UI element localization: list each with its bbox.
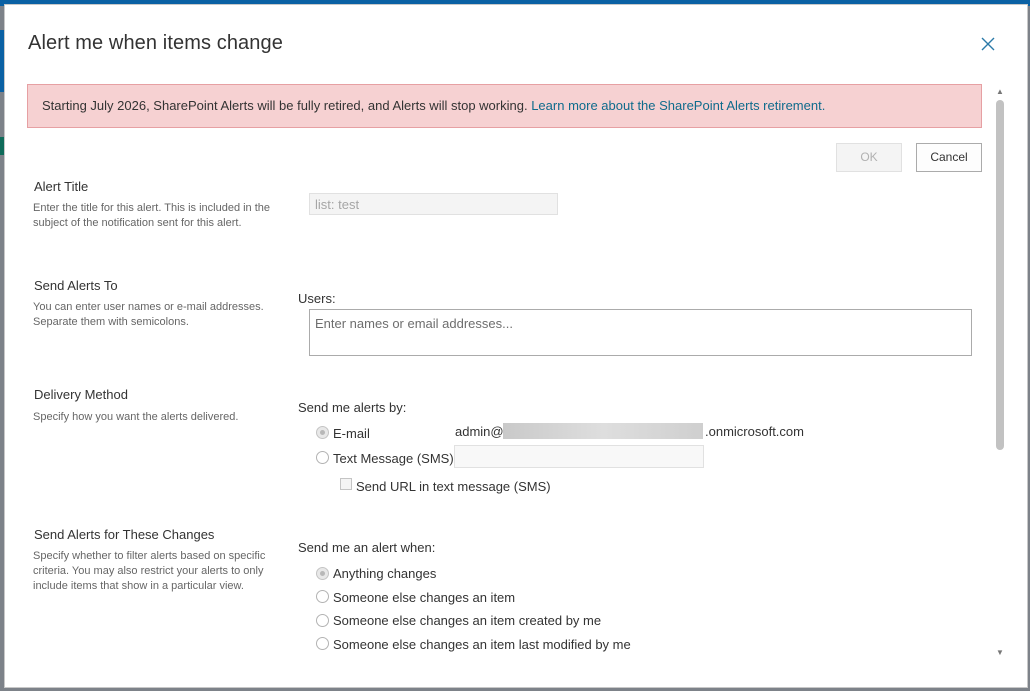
- alert-dialog: Alert me when items change Starting July…: [4, 4, 1028, 688]
- else-changes-created-radio[interactable]: [316, 614, 329, 627]
- else-changes-item-label: Someone else changes an item: [333, 590, 516, 605]
- anything-changes-radio[interactable]: [316, 567, 329, 580]
- email-prefix: admin@: [455, 424, 504, 439]
- changes-heading: Send Alerts for These Changes: [34, 527, 215, 542]
- send-when-label: Send me an alert when:: [298, 540, 436, 555]
- sms-radio[interactable]: [316, 451, 329, 464]
- scroll-down-arrow-icon[interactable]: ▼: [995, 648, 1005, 658]
- send-by-label: Send me alerts by:: [298, 400, 407, 415]
- users-input[interactable]: Enter names or email addresses...: [309, 309, 972, 356]
- scroll-up-arrow-icon[interactable]: ▲: [995, 87, 1005, 97]
- close-icon: [981, 37, 995, 51]
- delivery-heading: Delivery Method: [34, 387, 128, 402]
- email-suffix: .onmicrosoft.com: [705, 424, 804, 439]
- users-label: Users:: [298, 291, 336, 306]
- email-radio[interactable]: [316, 426, 329, 439]
- dialog-title: Alert me when items change: [28, 32, 283, 54]
- banner-learn-more-link[interactable]: Learn more about the SharePoint Alerts r…: [531, 98, 825, 113]
- cancel-button[interactable]: Cancel: [916, 143, 982, 172]
- alert-title-description: Enter the title for this alert. This is …: [33, 202, 271, 229]
- anything-changes-label: Anything changes: [333, 566, 437, 581]
- sms-number-input[interactable]: [454, 445, 704, 468]
- alert-title-heading: Alert Title: [34, 179, 89, 194]
- else-changes-created-label: Someone else changes an item created by …: [333, 613, 602, 628]
- sms-radio-label: Text Message (SMS): [333, 451, 454, 466]
- sms-url-label: Send URL in text message (SMS): [356, 479, 551, 494]
- email-radio-label: E-mail: [333, 426, 370, 441]
- else-changes-modified-radio[interactable]: [316, 637, 329, 650]
- retirement-banner: Starting July 2026, SharePoint Alerts wi…: [27, 84, 982, 128]
- banner-text: Starting July 2026, SharePoint Alerts wi…: [42, 98, 528, 113]
- redacted-email-domain: [503, 423, 703, 439]
- else-changes-item-radio[interactable]: [316, 590, 329, 603]
- alert-title-input[interactable]: list: test: [309, 193, 558, 215]
- ok-button[interactable]: OK: [836, 143, 902, 172]
- send-to-heading: Send Alerts To: [34, 278, 118, 293]
- send-to-description: You can enter user names or e-mail addre…: [33, 301, 264, 328]
- dialog-scrollbar[interactable]: ▲ ▼: [995, 87, 1005, 659]
- changes-description: Specify whether to filter alerts based o…: [33, 550, 266, 592]
- sms-url-checkbox[interactable]: [340, 478, 352, 490]
- scroll-thumb[interactable]: [996, 100, 1004, 450]
- close-button[interactable]: [979, 35, 997, 53]
- else-changes-modified-label: Someone else changes an item last modifi…: [333, 637, 631, 652]
- delivery-description: Specify how you want the alerts delivere…: [33, 411, 239, 423]
